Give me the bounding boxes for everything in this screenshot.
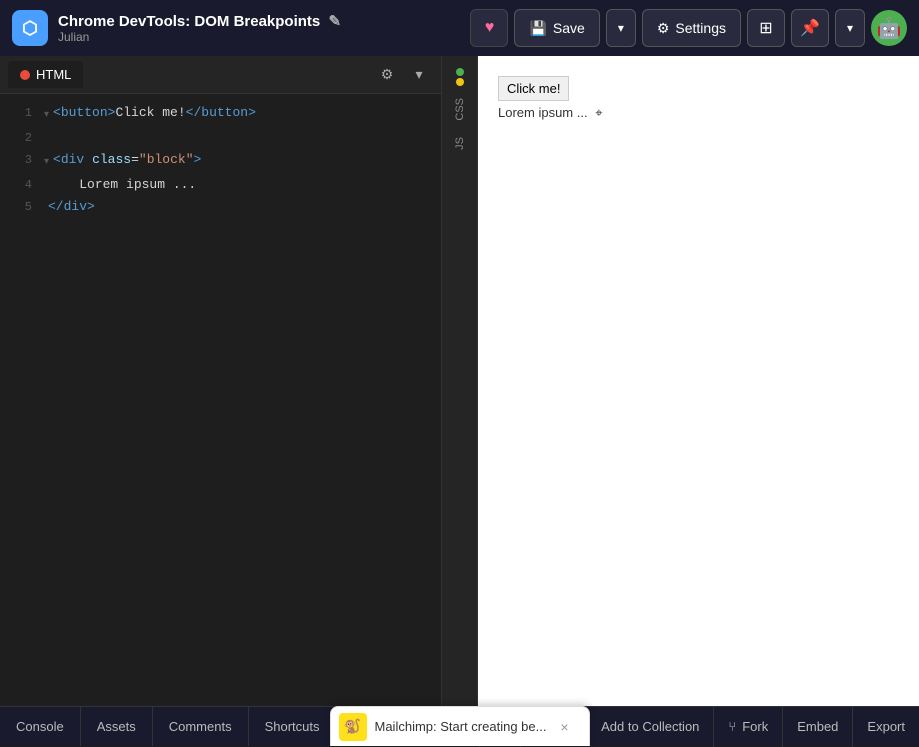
tab-shortcuts[interactable]: Shortcuts [249, 707, 337, 746]
line-number: 1 [8, 102, 32, 124]
notification-logo: 🐒 [339, 713, 367, 741]
cursor-icon: ⌖ [595, 105, 602, 121]
code-line-2: 2 [0, 127, 441, 149]
add-collection-label: Add to Collection [601, 719, 699, 734]
pin-button[interactable]: 📌 [791, 9, 829, 47]
preview-lorem: Lorem ipsum ... ⌖ [498, 105, 899, 121]
tab-css[interactable]: CSS [450, 90, 470, 129]
tab-console[interactable]: Console [0, 707, 81, 746]
tab-html[interactable]: HTML [8, 61, 83, 88]
grid-button[interactable]: ⊞ [747, 9, 785, 47]
preview-panel: Click me! Lorem ipsum ... ⌖ [477, 56, 919, 706]
code-content: <button>Click me!</button> [53, 102, 256, 124]
notification-close-button[interactable]: × [554, 717, 574, 737]
embed-label: Embed [797, 719, 838, 734]
save-label: Save [553, 20, 585, 36]
top-bar: ⬡ Chrome DevTools: DOM Breakpoints ✎ Jul… [0, 0, 919, 56]
save-icon: 💾 [529, 20, 546, 37]
settings-label: Settings [675, 20, 726, 36]
preview-button[interactable]: Click me! [498, 76, 569, 101]
css-tab-label: CSS [454, 98, 466, 121]
html-tab-dot [20, 70, 30, 80]
save-button[interactable]: 💾 Save [514, 9, 599, 47]
tab-assets[interactable]: Assets [81, 707, 153, 746]
line-number: 4 [8, 174, 32, 196]
preview-content: Click me! Lorem ipsum ... ⌖ [478, 56, 919, 706]
line-number: 5 [8, 196, 32, 218]
line-arrow: ▾ [44, 152, 49, 174]
code-line-3: 3 ▾ <div class="block"> [0, 149, 441, 174]
editor-area: HTML ⚙ ▾ 1 ▾ <button>Click me!</button> … [0, 56, 919, 706]
top-actions: ♥ 💾 Save ▾ ⚙ Settings ⊞ 📌 ▾ 🤖 [470, 9, 907, 47]
panel-tabs: HTML ⚙ ▾ [0, 56, 441, 94]
js-tab-label: JS [454, 137, 466, 150]
page-title: Chrome DevTools: DOM Breakpoints ✎ [58, 12, 341, 30]
code-content: Lorem ipsum ... [48, 174, 196, 196]
side-panel: CSS JS [441, 56, 477, 706]
export-button[interactable]: Export [852, 707, 919, 747]
username-label: Julian [58, 30, 341, 44]
save-dropdown-button[interactable]: ▾ [606, 9, 636, 47]
line-arrow: ▾ [44, 105, 49, 127]
css-dot [456, 68, 464, 76]
code-line-4: 4 Lorem ipsum ... [0, 174, 441, 196]
export-label: Export [867, 719, 905, 734]
line-number: 3 [8, 149, 32, 171]
avatar[interactable]: 🤖 [871, 10, 907, 46]
code-editor[interactable]: 1 ▾ <button>Click me!</button> 2 3 ▾ <di… [0, 94, 441, 706]
fork-button[interactable]: ⑂ Fork [713, 707, 782, 747]
bottom-bar: Console Assets Comments Shortcuts 🐒 Mail… [0, 706, 919, 746]
editor-panel: HTML ⚙ ▾ 1 ▾ <button>Click me!</button> … [0, 56, 441, 706]
code-line-5: 5 </div> [0, 196, 441, 218]
js-dot [456, 78, 464, 86]
settings-icon: ⚙ [657, 20, 670, 37]
notification-text: Mailchimp: Start creating be... [375, 719, 547, 734]
embed-button[interactable]: Embed [782, 707, 852, 747]
code-content: <div class="block"> [53, 149, 201, 171]
settings-button[interactable]: ⚙ Settings [642, 9, 741, 47]
panel-actions: ⚙ ▾ [373, 61, 433, 89]
app-logo-icon: ⬡ [12, 10, 48, 46]
tab-comments[interactable]: Comments [153, 707, 249, 746]
edit-icon[interactable]: ✎ [328, 13, 341, 30]
expand-panel-button[interactable]: ▾ [405, 61, 433, 89]
more-button[interactable]: ▾ [835, 9, 865, 47]
fork-label: Fork [742, 719, 768, 734]
tab-html-label: HTML [36, 67, 71, 82]
title-area: Chrome DevTools: DOM Breakpoints ✎ Julia… [58, 12, 341, 44]
logo-area: ⬡ Chrome DevTools: DOM Breakpoints ✎ Jul… [12, 10, 462, 46]
like-button[interactable]: ♥ [470, 9, 508, 47]
settings-panel-button[interactable]: ⚙ [373, 61, 401, 89]
notification-banner: 🐒 Mailchimp: Start creating be... × [330, 706, 590, 746]
fork-icon: ⑂ [728, 719, 736, 734]
code-line-1: 1 ▾ <button>Click me!</button> [0, 102, 441, 127]
line-number: 2 [8, 127, 32, 149]
tab-js[interactable]: JS [450, 129, 470, 158]
add-to-collection-button[interactable]: Add to Collection [586, 707, 713, 747]
code-content: </div> [48, 196, 95, 218]
